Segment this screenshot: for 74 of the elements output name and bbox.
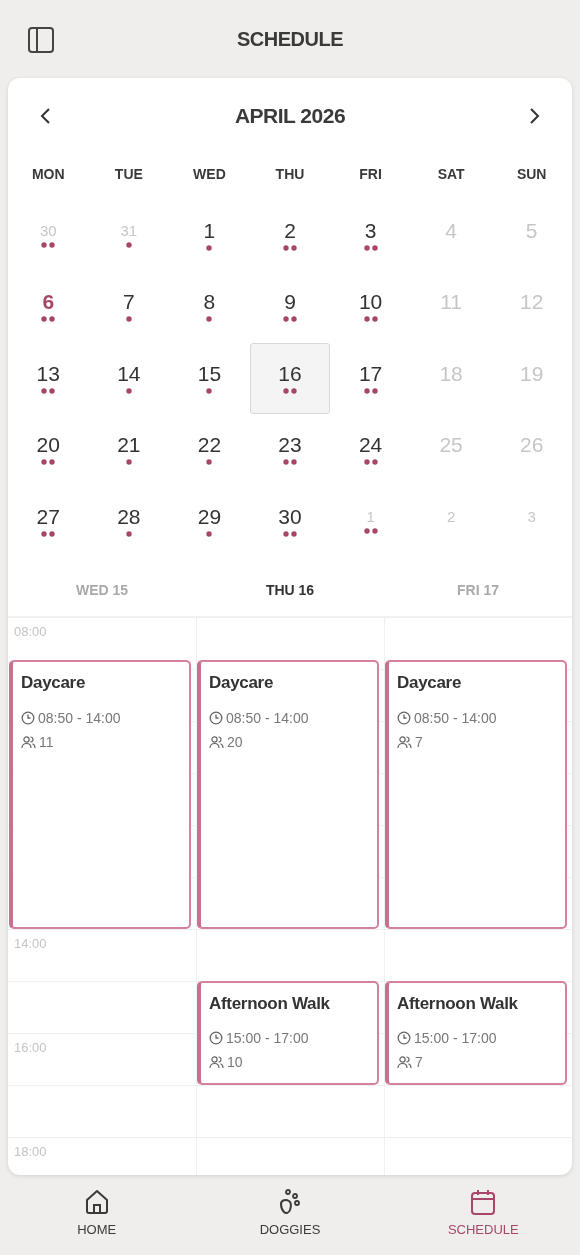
- event-time: 08:50 - 14:00: [414, 708, 497, 728]
- event-card[interactable]: Daycare 08:50 - 14:00 7: [385, 660, 567, 929]
- hour-label: 14:00: [14, 936, 47, 950]
- people-icon: [209, 734, 224, 749]
- clock-icon: [209, 710, 223, 725]
- hour-label: 16:00: [14, 1040, 47, 1054]
- page-title: SCHEDULE: [237, 27, 343, 52]
- weekday-label: TUE: [114, 164, 143, 184]
- weekday-label: THU: [275, 164, 305, 184]
- weekday-label: MON: [31, 164, 65, 184]
- event-card[interactable]: Daycare 08:50 - 14:00 20: [197, 660, 379, 929]
- day-cell[interactable]: 8: [169, 271, 250, 343]
- day-cell[interactable]: 2: [250, 200, 330, 271]
- day-cell[interactable]: 13: [8, 342, 89, 414]
- day-cell[interactable]: 16: [250, 342, 330, 414]
- day-cell[interactable]: 15: [169, 342, 250, 414]
- day-cell[interactable]: 23: [250, 414, 330, 486]
- event-title: Daycare: [209, 672, 275, 695]
- hour-label: 18:00: [14, 1144, 47, 1158]
- day-cell[interactable]: 29: [169, 485, 250, 557]
- day-cell[interactable]: 27: [8, 485, 89, 557]
- event-time: 08:50 - 14:00: [226, 708, 309, 728]
- event-title: Daycare: [21, 672, 87, 695]
- day-cell[interactable]: 20: [8, 414, 89, 486]
- month-title: APRIL 2026: [234, 103, 346, 130]
- day-cell[interactable]: 7: [88, 271, 169, 343]
- weekday-label: SAT: [437, 164, 465, 184]
- people-icon: [397, 734, 412, 749]
- sidebar-icon: [26, 25, 56, 55]
- event-card[interactable]: Afternoon Walk 15:00 - 17:00 7: [385, 980, 567, 1085]
- attendee-count: 11: [39, 732, 54, 752]
- people-icon: [209, 1055, 224, 1070]
- sidebar-toggle-button[interactable]: [26, 25, 56, 55]
- people-icon: [397, 1055, 412, 1070]
- event-time: 15:00 - 17:00: [414, 1029, 497, 1049]
- event-title: Daycare: [397, 672, 463, 695]
- calendar-icon: [469, 1188, 498, 1217]
- weekday-label: WED: [193, 164, 226, 184]
- attendee-count: 7: [415, 1053, 423, 1073]
- nav-tab[interactable]: SCHEDULE: [441, 1188, 525, 1240]
- day-tab[interactable]: THU 16: [261, 577, 319, 603]
- day-cell[interactable]: 9: [250, 271, 330, 343]
- nav-tab[interactable]: DOGGIES: [253, 1188, 327, 1240]
- day-cell[interactable]: 6: [8, 271, 89, 343]
- weekday-label: FRI: [359, 164, 382, 184]
- day-cell[interactable]: 22: [169, 414, 250, 486]
- nav-tab[interactable]: HOME: [71, 1188, 123, 1240]
- day-cell[interactable]: 28: [88, 485, 169, 557]
- day-cell[interactable]: 17: [330, 342, 411, 414]
- weekday-label: SUN: [516, 164, 547, 184]
- day-cell[interactable]: 1: [169, 200, 250, 271]
- attendee-count: 20: [227, 732, 243, 752]
- event-time: 15:00 - 17:00: [226, 1029, 309, 1049]
- event-card[interactable]: Daycare 08:50 - 14:00 11: [9, 660, 191, 929]
- day-cell[interactable]: 14: [88, 342, 169, 414]
- people-icon: [21, 734, 36, 749]
- event-title: Afternoon Walk: [397, 992, 519, 1015]
- attendee-count: 7: [415, 732, 423, 752]
- hour-label: 08:00: [14, 624, 47, 638]
- event-time: 08:50 - 14:00: [38, 708, 121, 728]
- clock-icon: [397, 1031, 411, 1046]
- day-cell[interactable]: 21: [88, 414, 169, 486]
- event-title: Afternoon Walk: [209, 992, 331, 1015]
- day-cell[interactable]: 30: [250, 485, 330, 557]
- day-cell[interactable]: 10: [330, 271, 411, 343]
- event-card[interactable]: Afternoon Walk 15:00 - 17:00 10: [197, 980, 379, 1085]
- day-cell[interactable]: 3: [330, 200, 411, 271]
- attendee-count: 10: [227, 1053, 243, 1073]
- chevron-right-icon: [529, 107, 541, 125]
- day-cell[interactable]: 24: [330, 414, 411, 486]
- clock-icon: [21, 710, 35, 725]
- clock-icon: [209, 1031, 223, 1046]
- clock-icon: [397, 710, 411, 725]
- chevron-left-icon: [39, 107, 51, 125]
